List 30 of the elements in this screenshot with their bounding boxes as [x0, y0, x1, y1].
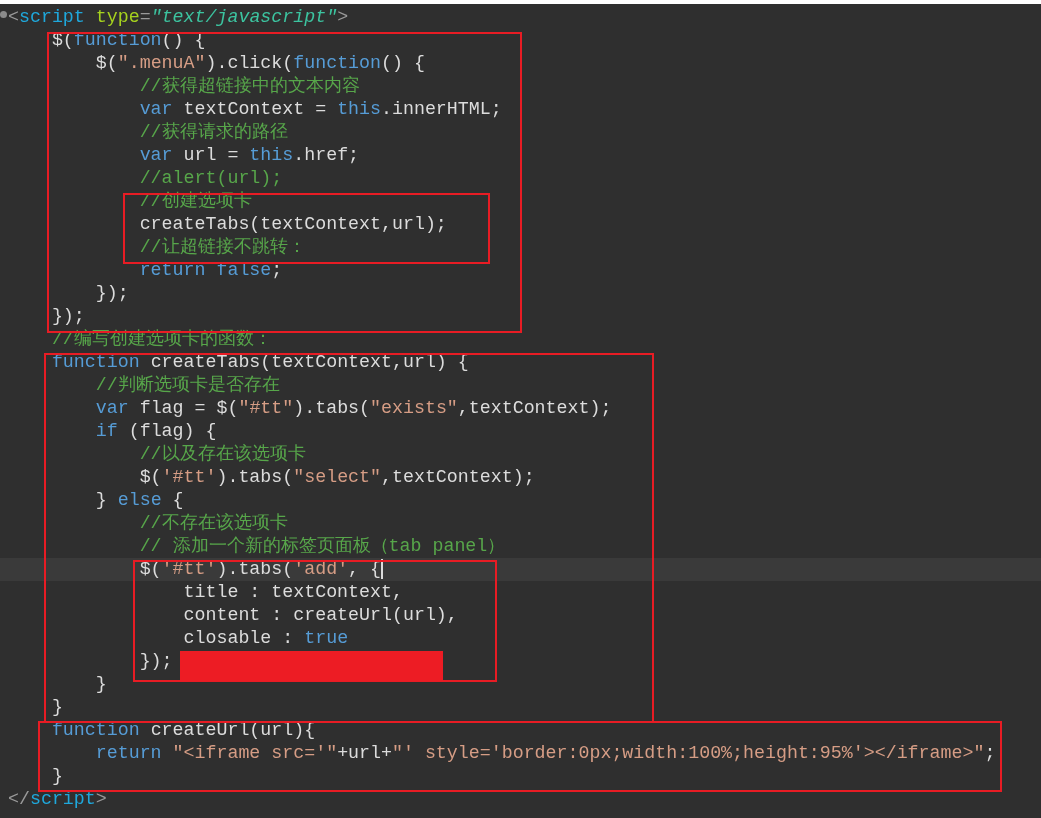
code-line: //让超链接不跳转： [138, 237, 306, 257]
code-line: }); [50, 306, 85, 326]
code-line: }); [138, 651, 173, 671]
code-line: return "<iframe src='"+url+"' style='border:0px;width:100%;height:95%'></iframe>"; [94, 743, 996, 763]
code-line: // 添加一个新的标签页面板（tab panel） [138, 536, 506, 556]
code-line: //获得超链接中的文本内容 [138, 76, 360, 96]
code-line: //不存在该选项卡 [138, 513, 288, 533]
code-line: } [50, 766, 63, 786]
code-line: </script> [8, 789, 107, 809]
code-line: }); [94, 283, 129, 303]
code-line: <script type="text/javascript"> [8, 7, 349, 27]
code-line: $('#tt').tabs("select",textContext); [138, 467, 535, 487]
code-line: } [50, 697, 63, 717]
code-line: } [94, 674, 107, 694]
code-line: //判断选项卡是否存在 [94, 375, 280, 395]
code-line: //以及存在该选项卡 [138, 444, 306, 464]
code-line: var flag = $("#tt").tabs("exists",textContext); [94, 398, 612, 418]
code-line: $(".menuA").click(function() { [94, 53, 425, 73]
code-line: title : textContext, [182, 582, 403, 602]
code-line: function createUrl(url){ [50, 720, 316, 740]
code-line: } else { [94, 490, 184, 510]
code-line: //获得请求的路径 [138, 122, 288, 142]
code-line: var textContext = this.innerHTML; [138, 99, 502, 119]
code-line: var url = this.href; [138, 145, 360, 165]
code-line: //alert(url); [138, 168, 283, 188]
code-line: if (flag) { [94, 421, 217, 441]
code-line: closable : true [182, 628, 349, 648]
code-line: content : createUrl(url), [182, 605, 458, 625]
fold-marker-icon[interactable] [0, 11, 7, 18]
code-line: createTabs(textContext,url); [138, 214, 447, 234]
